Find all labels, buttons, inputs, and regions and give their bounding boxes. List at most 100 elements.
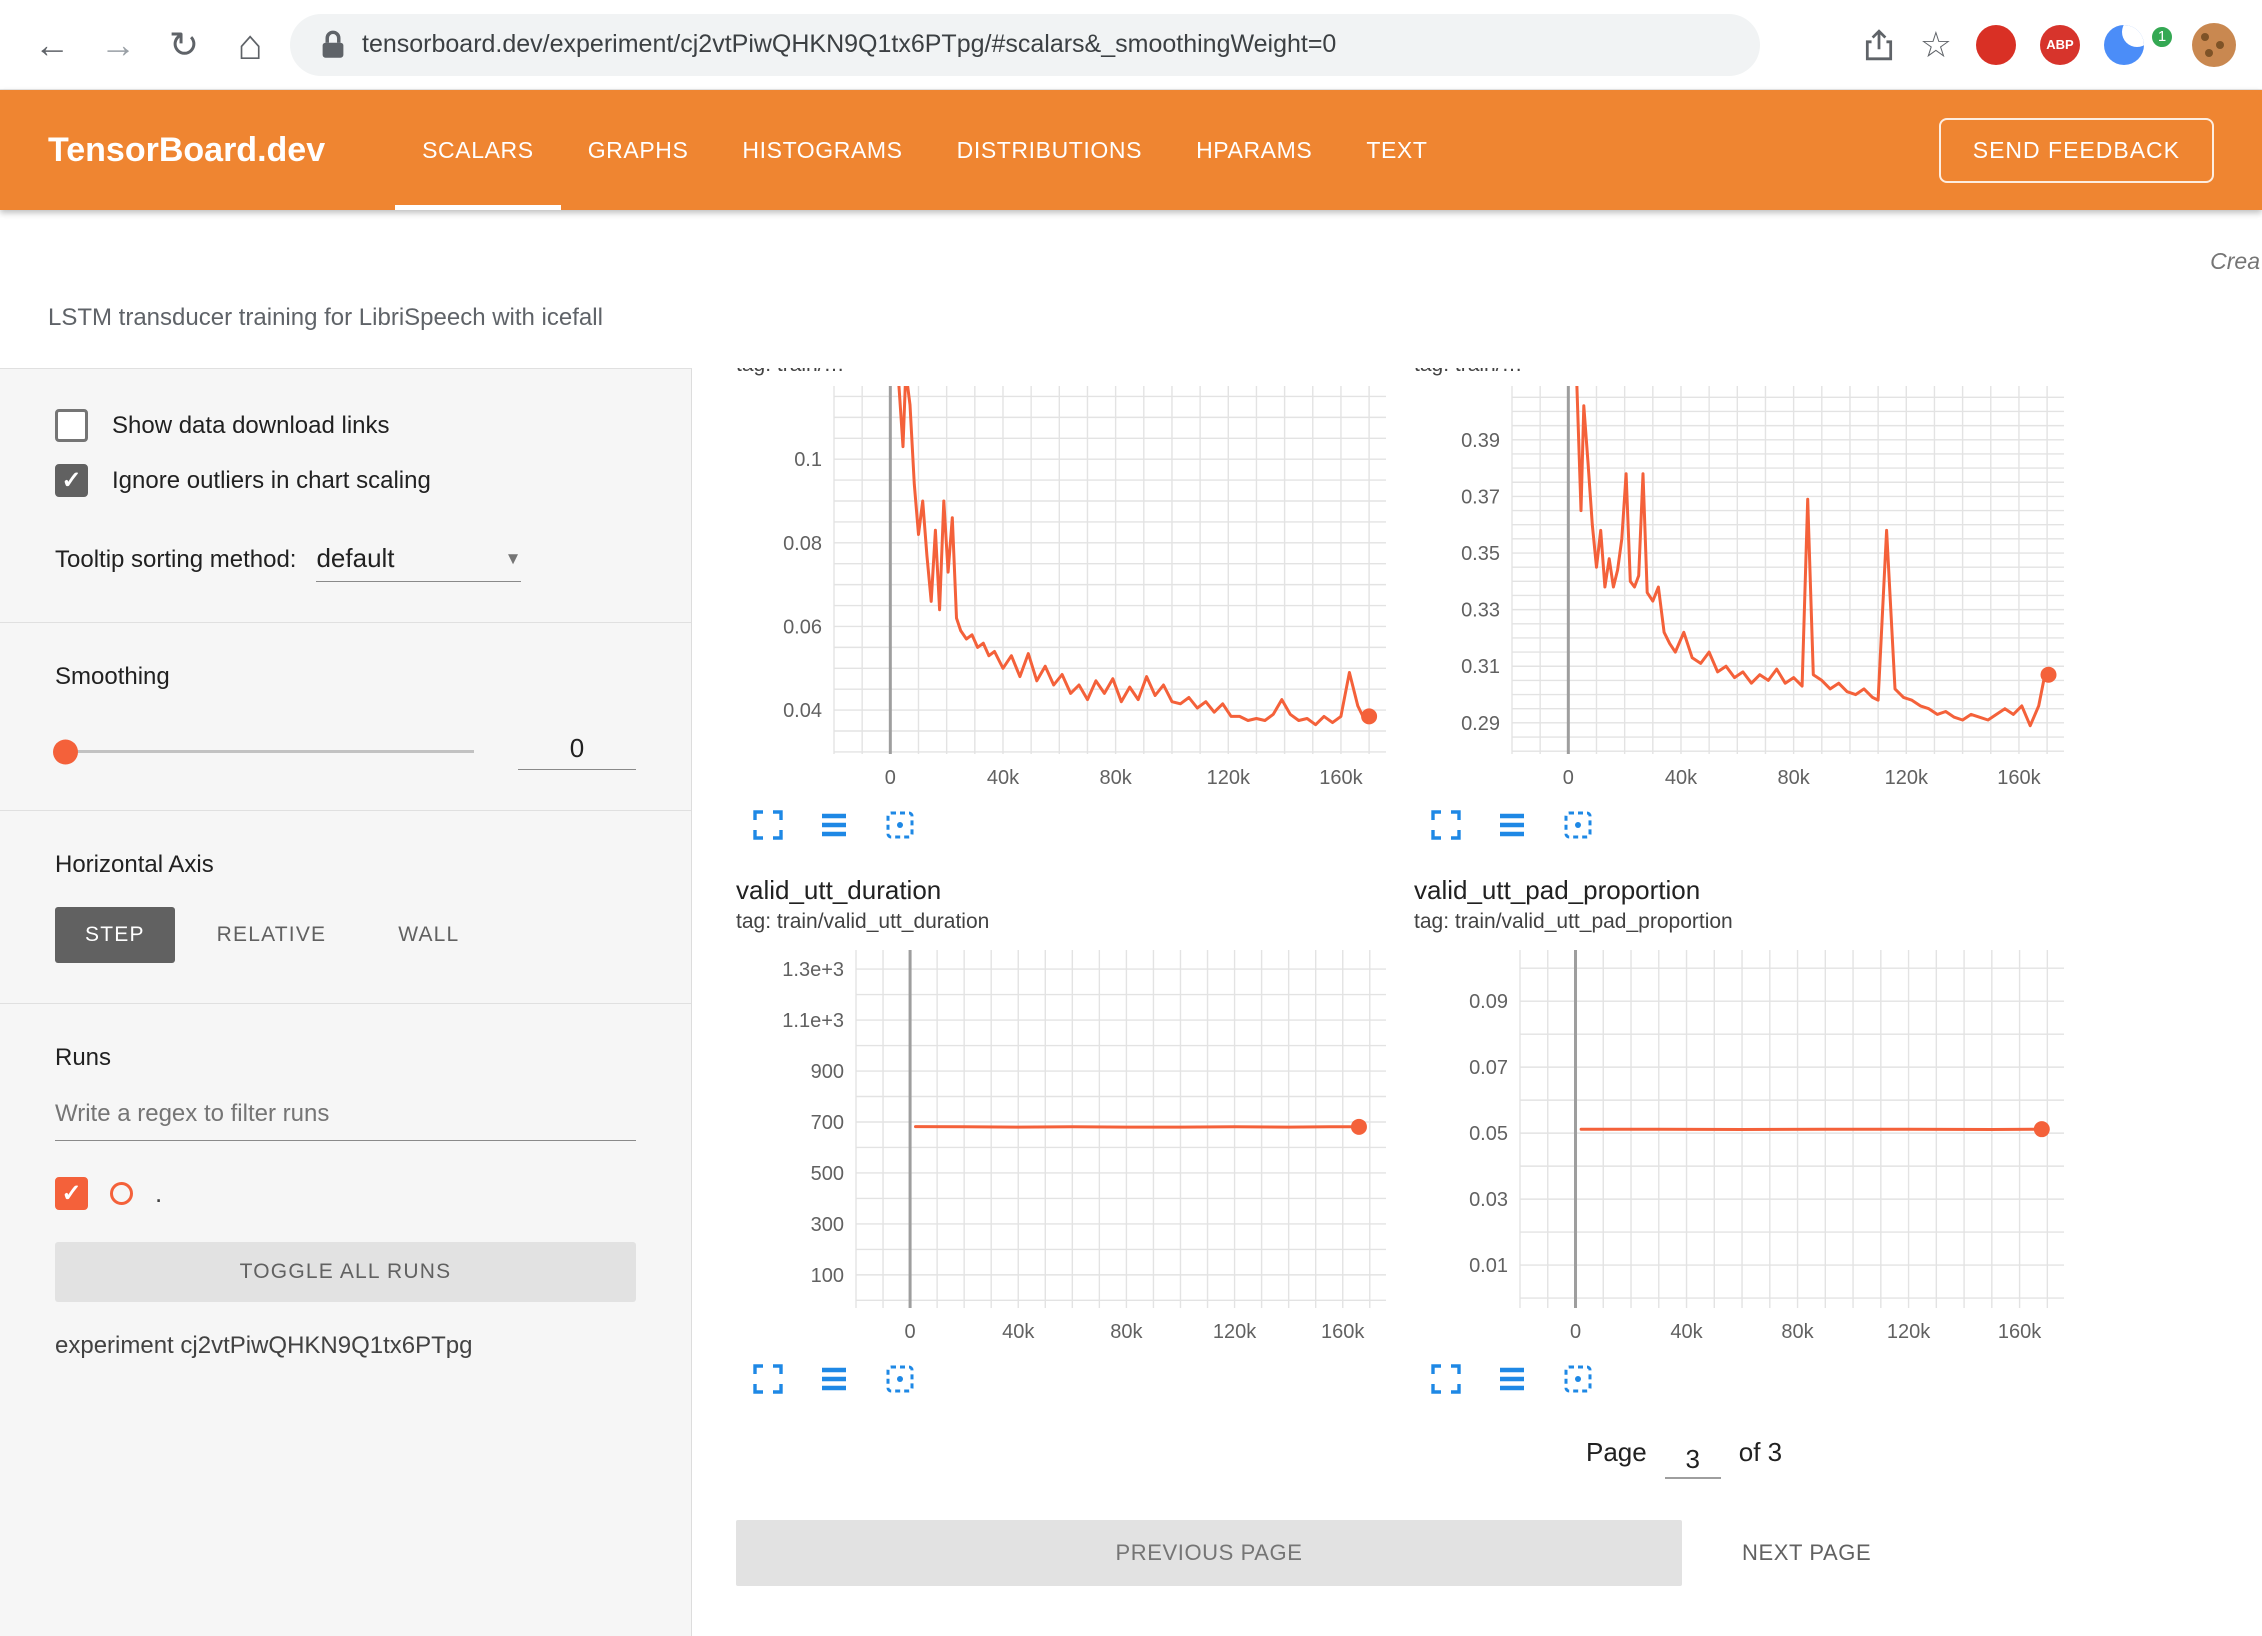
svg-text:0.04: 0.04 [783, 700, 822, 722]
svg-text:40k: 40k [1670, 1321, 1703, 1343]
svg-text:0: 0 [885, 767, 896, 789]
haxis-wall-button[interactable]: WALL [368, 907, 489, 963]
chart-tag: tag: train/valid_utt_duration [736, 910, 1392, 934]
tab-scalars[interactable]: SCALARS [395, 90, 561, 210]
svg-text:160k: 160k [1998, 1321, 2042, 1343]
tab-distributions[interactable]: DISTRIBUTIONS [930, 90, 1169, 210]
reload-icon[interactable]: ↻ [158, 24, 210, 66]
svg-text:0.01: 0.01 [1469, 1255, 1508, 1277]
page-number-input[interactable]: 3 [1665, 1444, 1721, 1479]
tooltip-sorting-value: default [316, 543, 394, 574]
show-download-links-checkbox[interactable] [55, 409, 88, 442]
svg-text:1.1e+3: 1.1e+3 [782, 1010, 844, 1032]
app-logo: TensorBoard.dev [48, 131, 325, 170]
svg-text:120k: 120k [1207, 767, 1251, 789]
run-name: . [155, 1178, 162, 1209]
runs-list-icon[interactable] [818, 809, 850, 841]
tab-graphs[interactable]: GRAPHS [561, 90, 716, 210]
extension-badge-count: 1 [2150, 25, 2174, 49]
svg-text:0.03: 0.03 [1469, 1189, 1508, 1211]
previous-page-button[interactable]: PREVIOUS PAGE [736, 1520, 1682, 1586]
experiment-id-label: experiment cj2vtPiwQHKN9Q1tx6PTpg [55, 1332, 636, 1360]
svg-text:160k: 160k [1319, 767, 1363, 789]
send-feedback-button[interactable]: SEND FEEDBACK [1939, 118, 2214, 183]
runs-list-icon[interactable] [1496, 809, 1528, 841]
svg-text:0.06: 0.06 [783, 616, 822, 638]
lock-icon [320, 30, 346, 60]
smoothing-slider-thumb[interactable] [53, 739, 78, 764]
haxis-relative-button[interactable]: RELATIVE [187, 907, 357, 963]
tab-hparams[interactable]: HPARAMS [1169, 90, 1339, 210]
svg-text:0.31: 0.31 [1461, 656, 1500, 678]
tooltip-sorting-label: Tooltip sorting method: [55, 546, 296, 574]
svg-text:0.33: 0.33 [1461, 600, 1500, 622]
svg-text:500: 500 [811, 1163, 844, 1185]
runs-list-icon[interactable] [818, 1363, 850, 1395]
fullscreen-icon[interactable] [1430, 1363, 1462, 1395]
runs-list-icon[interactable] [1496, 1363, 1528, 1395]
svg-text:80k: 80k [1781, 1321, 1814, 1343]
settings-sidebar: Show data download links Ignore outliers… [0, 368, 692, 1636]
forward-icon[interactable]: → [92, 24, 144, 66]
fullscreen-icon[interactable] [1430, 809, 1462, 841]
svg-text:900: 900 [811, 1061, 844, 1083]
svg-text:0.29: 0.29 [1461, 713, 1500, 735]
tab-text[interactable]: TEXT [1339, 90, 1454, 210]
fit-domain-icon[interactable] [884, 1363, 916, 1395]
fit-domain-icon[interactable] [1562, 809, 1594, 841]
fit-domain-icon[interactable] [884, 809, 916, 841]
svg-text:0: 0 [905, 1321, 916, 1343]
svg-text:100: 100 [811, 1265, 844, 1287]
blue-extension-icon[interactable] [2104, 25, 2144, 65]
toggle-all-runs-button[interactable]: TOGGLE ALL RUNS [55, 1242, 636, 1302]
svg-text:80k: 80k [1100, 767, 1133, 789]
fullscreen-icon[interactable] [752, 809, 784, 841]
svg-text:40k: 40k [1002, 1321, 1035, 1343]
scalar-chart[interactable]: 040k80k120k160k1003005007009001.1e+31.3e… [736, 946, 1392, 1346]
svg-text:160k: 160k [1997, 767, 2041, 789]
adblock-extension-icon[interactable] [1976, 25, 2016, 65]
run-color-icon[interactable] [110, 1182, 133, 1205]
svg-text:80k: 80k [1778, 767, 1811, 789]
address-bar[interactable]: tensorboard.dev/experiment/cj2vtPiwQHKN9… [290, 14, 1760, 76]
runs-filter-input[interactable] [55, 1088, 636, 1141]
chart-tag-clipped: tag: train/… [1414, 368, 2070, 382]
profile-avatar[interactable] [2192, 23, 2236, 67]
ignore-outliers-label: Ignore outliers in chart scaling [112, 467, 431, 495]
svg-text:0.1: 0.1 [794, 449, 822, 471]
run-checkbox[interactable] [55, 1177, 88, 1210]
fullscreen-icon[interactable] [752, 1363, 784, 1395]
svg-text:120k: 120k [1887, 1321, 1931, 1343]
scalar-chart[interactable]: 040k80k120k160k0.010.030.050.070.09 [1414, 946, 2070, 1346]
tab-histograms[interactable]: HISTOGRAMS [715, 90, 929, 210]
svg-text:0.37: 0.37 [1461, 486, 1500, 508]
back-icon[interactable]: ← [26, 24, 78, 66]
ignore-outliers-checkbox[interactable] [55, 464, 88, 497]
smoothing-value-input[interactable]: 0 [518, 733, 636, 770]
haxis-step-button[interactable]: STEP [55, 907, 175, 963]
svg-text:120k: 120k [1213, 1321, 1257, 1343]
chart-tag: tag: train/valid_utt_pad_proportion [1414, 910, 2070, 934]
svg-text:0.09: 0.09 [1469, 991, 1508, 1013]
svg-text:0: 0 [1563, 767, 1574, 789]
charts-grid: tag: train/… 040k80k120k160k0.040.060.08… [736, 368, 2262, 1395]
page-total-label: of 3 [1739, 1437, 1782, 1468]
svg-text:700: 700 [811, 1112, 844, 1134]
chart-card-top-left: tag: train/… 040k80k120k160k0.040.060.08… [736, 368, 1392, 841]
chart-card-valid-utt-duration: valid_utt_duration tag: train/valid_utt_… [736, 871, 1392, 1395]
bookmark-star-icon[interactable]: ☆ [1920, 24, 1952, 66]
abp-extension-icon[interactable]: ABP [2040, 25, 2080, 65]
scalar-chart[interactable]: 040k80k120k160k0.040.060.080.1 [736, 382, 1392, 792]
tooltip-sorting-select[interactable]: default ▼ [316, 543, 521, 582]
svg-text:40k: 40k [987, 767, 1020, 789]
fit-domain-icon[interactable] [1562, 1363, 1594, 1395]
chart-title: valid_utt_duration [736, 875, 1392, 906]
scalar-chart[interactable]: 040k80k120k160k0.290.310.330.350.370.39 [1414, 382, 2070, 792]
smoothing-slider[interactable] [55, 750, 474, 753]
next-page-button[interactable]: NEXT PAGE [1718, 1520, 1895, 1586]
home-icon[interactable]: ⌂ [224, 21, 276, 69]
svg-text:0.05: 0.05 [1469, 1123, 1508, 1145]
page-label: Page [1586, 1437, 1647, 1468]
share-icon[interactable] [1862, 28, 1896, 62]
pagination: Page 3 of 3 [1586, 1437, 2262, 1472]
